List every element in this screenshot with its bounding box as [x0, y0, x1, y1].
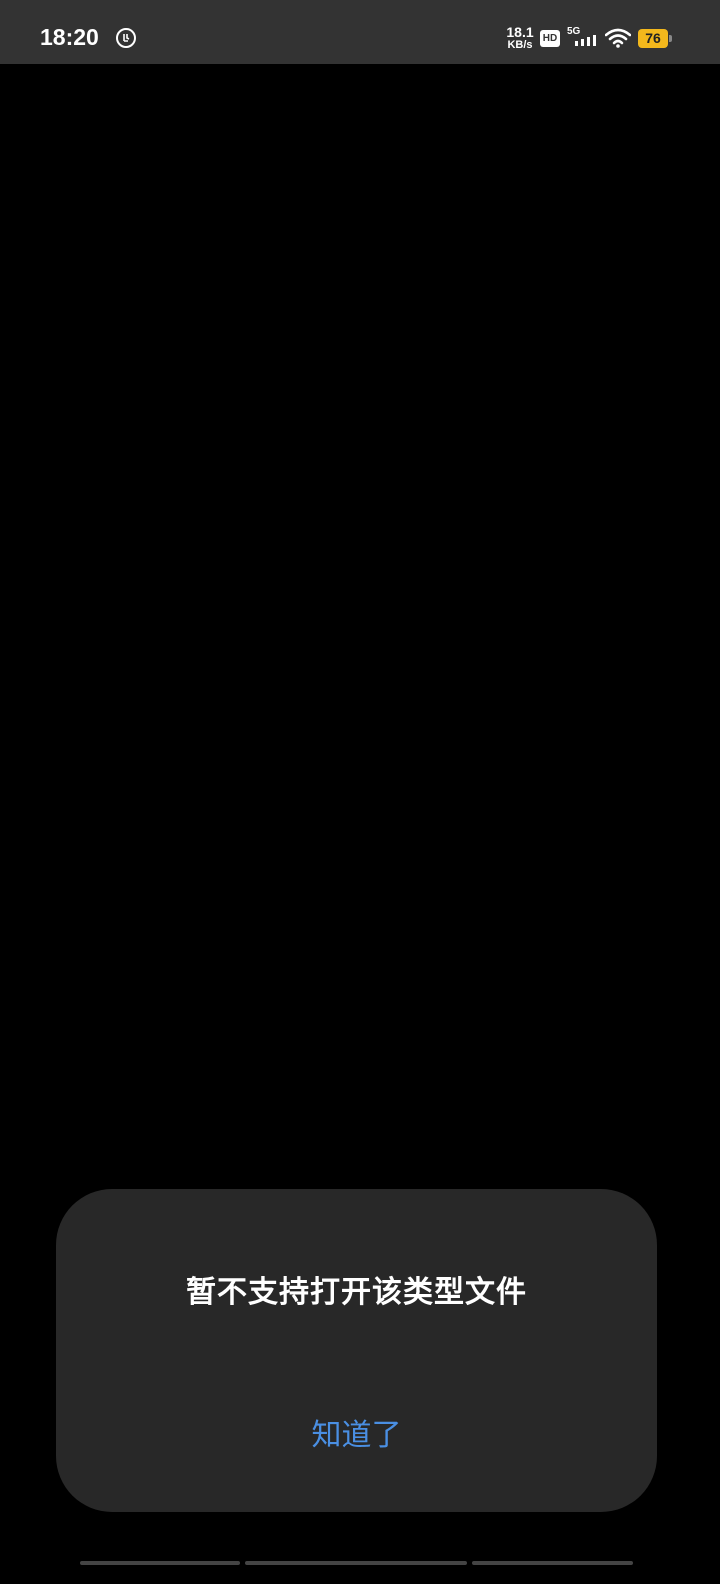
hd-voice-icon: HD: [540, 30, 560, 47]
network-speed-unit: KB/s: [507, 39, 533, 51]
network-speed-value: 18.1: [506, 24, 534, 40]
battery-tip: [669, 35, 672, 42]
signal-5g-icon: 5G: [566, 26, 600, 50]
battery-icon: 76: [638, 29, 668, 48]
bottom-handle-segment: [472, 1561, 633, 1565]
screen: 18:20 18.1 KB/s HD 5G 76 暂不支持打开该类型文件 知道了: [0, 0, 720, 1584]
bottom-handle-segment: [245, 1561, 467, 1565]
got-it-button[interactable]: 知道了: [256, 1411, 457, 1461]
unsupported-file-dialog: 暂不支持打开该类型文件 知道了: [56, 1189, 657, 1512]
status-bar: 18:20 18.1 KB/s HD 5G 76: [0, 0, 720, 64]
notification-app-icon: [116, 28, 136, 48]
dialog-message: 暂不支持打开该类型文件: [186, 1275, 527, 1310]
bottom-handle-segment: [80, 1561, 240, 1565]
network-speed: 18.1 KB/s: [503, 25, 537, 52]
status-time: 18:20: [40, 24, 99, 50]
wifi-icon: [604, 28, 632, 52]
